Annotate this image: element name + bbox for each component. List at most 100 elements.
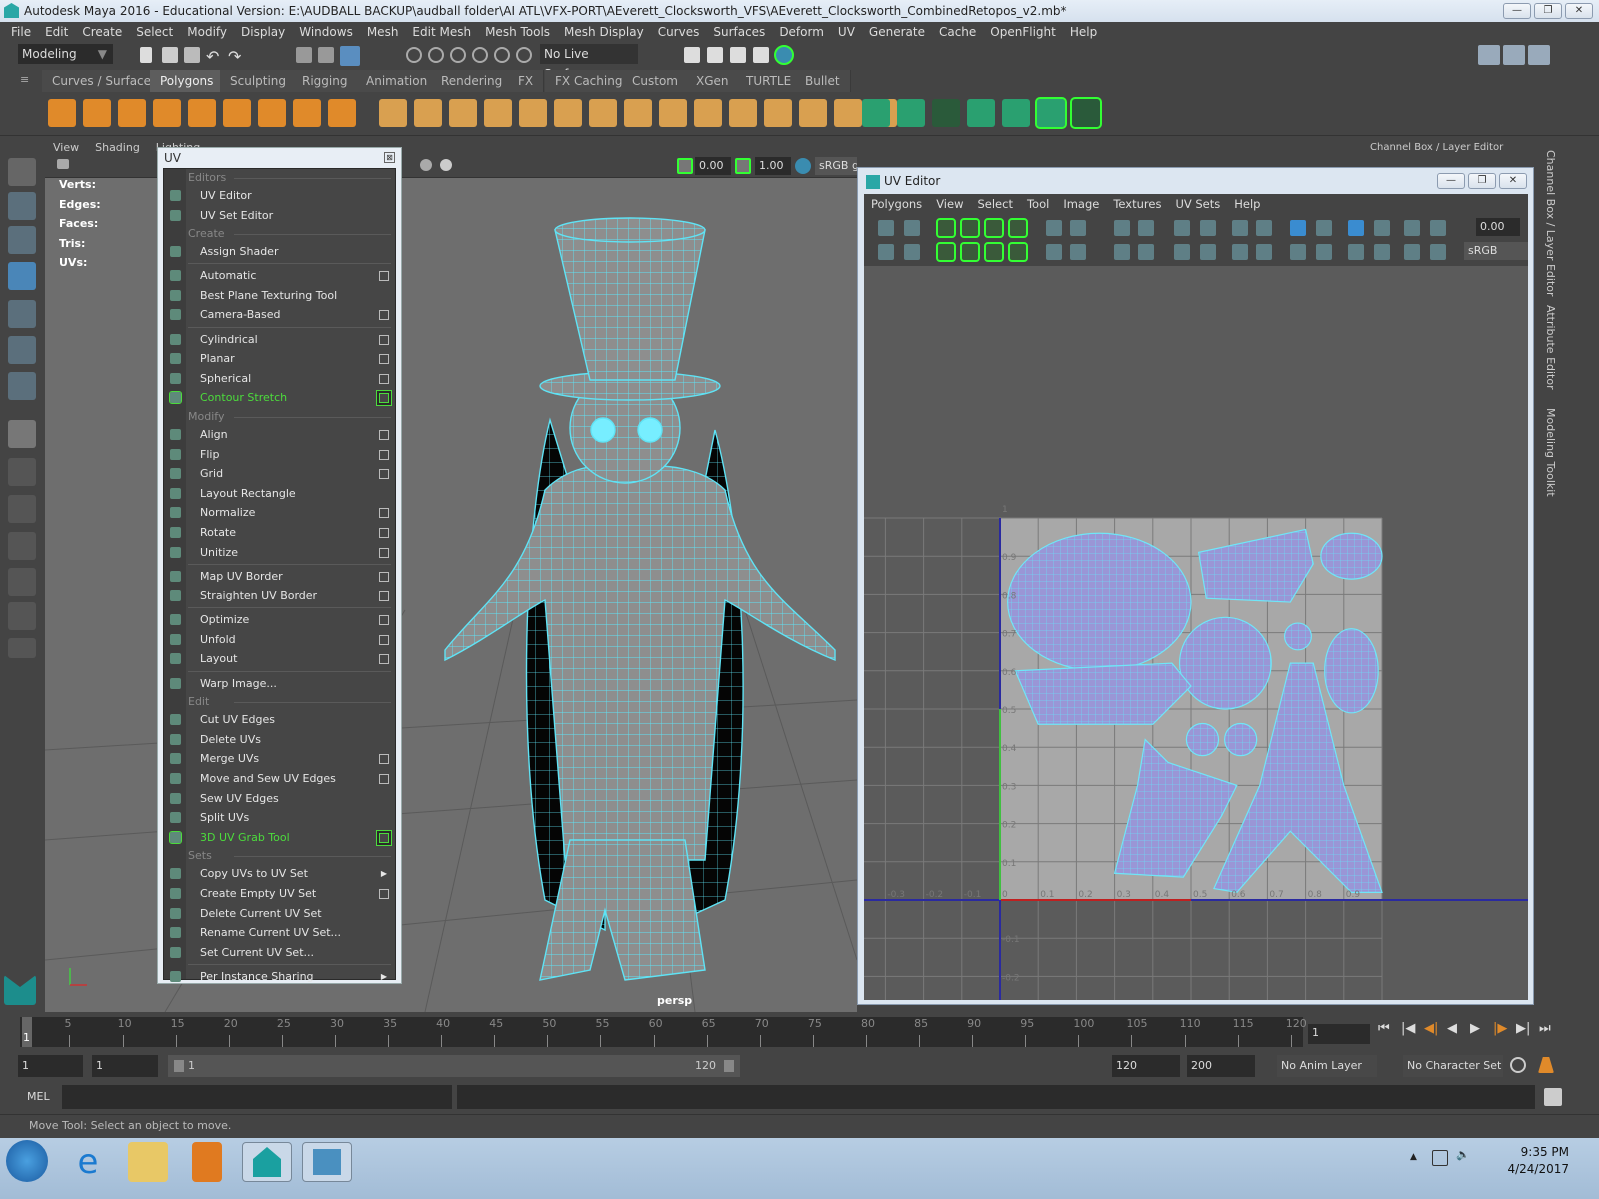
poly-cube-icon[interactable] xyxy=(83,99,111,127)
render-settings-icon[interactable] xyxy=(753,47,769,63)
playback-start-field[interactable]: 1 xyxy=(92,1055,158,1077)
character-set-dropdown[interactable]: No Character Set xyxy=(1403,1055,1503,1077)
step-back-key-button[interactable]: ◀| xyxy=(1424,1021,1443,1036)
option-box[interactable] xyxy=(379,310,389,321)
shelf-tool-29-icon[interactable] xyxy=(1035,97,1067,129)
shelf-tab-fx-caching[interactable]: FX Caching xyxy=(545,70,634,92)
uv-tool-5-icon[interactable] xyxy=(936,242,956,262)
uv-tool-15-icon[interactable] xyxy=(1070,244,1086,260)
shelf-tab-turtle[interactable]: TURTLE xyxy=(736,70,803,92)
uv-tool-20-icon[interactable] xyxy=(1174,220,1190,236)
uv-tool-27-icon[interactable] xyxy=(1256,244,1272,260)
uv-tool-30-icon[interactable] xyxy=(1316,220,1332,236)
persp-graph-layout-icon[interactable] xyxy=(8,532,36,560)
uv-view-transform-dropdown[interactable]: sRGB gamma xyxy=(1464,242,1528,275)
select-hierarchy-icon[interactable] xyxy=(296,47,312,63)
shelf-tab-polygons[interactable]: Polygons xyxy=(150,70,225,92)
option-box[interactable] xyxy=(379,449,389,460)
select-component-icon[interactable] xyxy=(340,46,360,66)
menu-item-layout[interactable]: Layout xyxy=(164,649,395,669)
media-player-icon[interactable] xyxy=(192,1142,222,1182)
snap-grid-icon[interactable] xyxy=(406,47,422,63)
uv-tool-32-icon[interactable] xyxy=(1348,220,1364,236)
uv-tool-3-icon[interactable] xyxy=(904,244,920,260)
delete-edge-icon[interactable] xyxy=(862,99,890,127)
menu-item-layout-rectangle[interactable]: Layout Rectangle xyxy=(164,484,395,504)
minimize-button[interactable]: — xyxy=(1503,3,1531,19)
show-attribute-editor-icon[interactable] xyxy=(1503,45,1525,65)
uv-tool-31-icon[interactable] xyxy=(1316,244,1332,260)
option-box[interactable] xyxy=(379,615,389,626)
menu-item-align[interactable]: Align xyxy=(164,425,395,445)
connect-icon[interactable] xyxy=(799,99,827,127)
menu-item-warp-image[interactable]: Warp Image... xyxy=(164,670,395,694)
menu-openflight[interactable]: OpenFlight xyxy=(983,22,1063,42)
network-icon[interactable] xyxy=(1432,1150,1448,1166)
shelf-tab-fx[interactable]: FX xyxy=(508,70,545,92)
menu-item-delete-uvs[interactable]: Delete UVs xyxy=(164,730,395,750)
uv-tool-37-icon[interactable] xyxy=(1404,244,1420,260)
play-backwards-button[interactable]: ◀ xyxy=(1447,1021,1466,1036)
menu-select[interactable]: Select xyxy=(129,22,180,42)
uv-menu-polygons[interactable]: Polygons xyxy=(864,194,929,214)
extrude-icon[interactable] xyxy=(624,99,652,127)
uv-exposure-field[interactable]: 0.00 xyxy=(1476,218,1520,236)
hypershade-layout-icon[interactable] xyxy=(8,568,36,596)
menu-file[interactable]: File xyxy=(4,22,38,42)
live-surface-field[interactable]: No Live Surface xyxy=(540,44,638,81)
persp-outliner-layout-icon[interactable] xyxy=(8,495,36,523)
menu-item-unitize[interactable]: Unitize xyxy=(164,543,395,563)
start-button[interactable] xyxy=(6,1140,48,1182)
system-clock[interactable]: 9:35 PM 4/24/2017 xyxy=(1507,1144,1569,1178)
menu-edit[interactable]: Edit xyxy=(38,22,75,42)
menu-item-assign-shader[interactable]: Assign Shader xyxy=(164,242,395,262)
menu-item-grid[interactable]: Grid xyxy=(164,464,395,484)
show-channel-box-icon[interactable] xyxy=(1528,45,1550,65)
wireframe-shading-icon[interactable] xyxy=(420,159,432,171)
uv-tool-9-icon[interactable] xyxy=(984,242,1004,262)
uv-tool-4-icon[interactable] xyxy=(936,218,956,238)
command-language-label[interactable]: MEL xyxy=(27,1090,50,1103)
option-box[interactable] xyxy=(379,888,389,899)
menu-item-automatic[interactable]: Automatic xyxy=(164,263,395,286)
menu-item-normalize[interactable]: Normalize xyxy=(164,503,395,523)
fill-hole-icon[interactable] xyxy=(659,99,687,127)
save-scene-icon[interactable] xyxy=(184,47,200,63)
uv-tool-22-icon[interactable] xyxy=(1200,220,1216,236)
menu-item-contour-stretch[interactable]: Contour Stretch xyxy=(164,388,395,408)
lighting-icon[interactable] xyxy=(440,159,452,171)
menu-item-camera-based[interactable]: Camera-Based xyxy=(164,305,395,325)
exposure-icon[interactable] xyxy=(677,158,693,174)
poly-pipe-icon[interactable] xyxy=(293,99,321,127)
uv-menu-select[interactable]: Select xyxy=(970,194,1019,214)
option-box[interactable] xyxy=(379,469,389,480)
anim-layer-dropdown[interactable]: No Anim Layer xyxy=(1277,1055,1377,1077)
go-to-start-button[interactable]: ⏮ xyxy=(1378,1021,1397,1036)
animation-preferences-icon[interactable] xyxy=(1538,1057,1554,1073)
insert-loop-icon[interactable] xyxy=(932,99,960,127)
auto-key-icon[interactable] xyxy=(1510,1057,1526,1073)
play-forwards-button[interactable]: ▶ xyxy=(1470,1021,1489,1036)
menu-item-3d-uv-grab-tool[interactable]: 3D UV Grab Tool xyxy=(164,828,395,848)
menu-mesh-tools[interactable]: Mesh Tools xyxy=(478,22,557,42)
menu-curves[interactable]: Curves xyxy=(651,22,707,42)
menu-modify[interactable]: Modify xyxy=(180,22,234,42)
uv-menu-tool[interactable]: Tool xyxy=(1020,194,1056,214)
option-box[interactable] xyxy=(379,591,389,602)
menu-deform[interactable]: Deform xyxy=(772,22,831,42)
option-box[interactable] xyxy=(379,527,389,538)
menu-cache[interactable]: Cache xyxy=(932,22,983,42)
rotate-tool-icon[interactable] xyxy=(8,300,36,328)
animation-end-field[interactable]: 200 xyxy=(1187,1055,1255,1077)
option-box[interactable] xyxy=(379,773,389,784)
paint-select-tool-icon[interactable] xyxy=(8,226,36,254)
select-tool-icon[interactable] xyxy=(8,158,36,186)
uv-tool-26-icon[interactable] xyxy=(1256,220,1272,236)
menu-generate[interactable]: Generate xyxy=(862,22,932,42)
poly-cylinder-icon[interactable] xyxy=(118,99,146,127)
option-box[interactable] xyxy=(379,508,389,519)
uv-tool-7-icon[interactable] xyxy=(960,242,980,262)
new-scene-icon[interactable] xyxy=(140,47,152,63)
uv-editor-minimize-button[interactable]: — xyxy=(1437,173,1465,189)
menu-item-unfold[interactable]: Unfold xyxy=(164,630,395,650)
